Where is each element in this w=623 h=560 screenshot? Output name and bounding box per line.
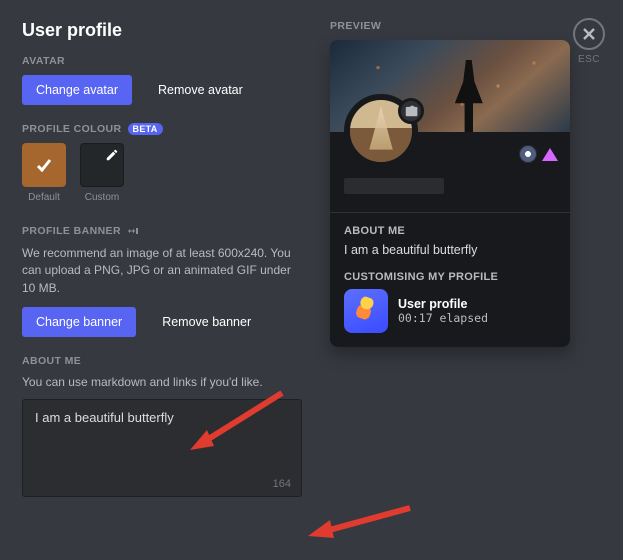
avatar-section-label: AVATAR — [22, 55, 302, 67]
close-icon — [582, 27, 596, 41]
profile-banner-text: PROFILE BANNER — [22, 225, 121, 237]
add-image-icon — [404, 104, 418, 118]
check-icon — [34, 155, 54, 175]
preview-section-label: PREVIEW — [330, 20, 601, 32]
pencil-icon — [105, 148, 119, 162]
colour-swatch-default[interactable] — [22, 143, 66, 187]
profile-colour-text: PROFILE COLOUR — [22, 123, 122, 135]
preview-about-text: I am a beautiful butterfly — [344, 243, 556, 257]
page-title: User profile — [22, 20, 302, 41]
preview-username-placeholder — [344, 178, 444, 194]
remove-avatar-button[interactable]: Remove avatar — [144, 75, 257, 105]
colour-swatch-custom[interactable] — [80, 143, 124, 187]
beta-badge: BETA — [128, 123, 163, 135]
close-button[interactable] — [573, 18, 605, 50]
preview-banner-figure — [455, 60, 483, 132]
preview-activity-icon — [344, 289, 388, 333]
about-me-textarea[interactable] — [35, 410, 289, 474]
banner-description: We recommend an image of at least 600x24… — [22, 245, 302, 297]
preview-badges — [520, 146, 558, 162]
colour-swatch-custom-label: Custom — [80, 192, 124, 203]
about-me-section-label: ABOUT ME — [22, 355, 302, 367]
profile-banner-section-label: PROFILE BANNER — [22, 225, 302, 237]
change-banner-button[interactable]: Change banner — [22, 307, 136, 337]
nitro-badge-icon — [520, 146, 536, 162]
about-me-charcount: 164 — [273, 478, 291, 490]
about-me-field-wrap[interactable]: 164 — [22, 399, 302, 497]
about-me-description: You can use markdown and links if you'd … — [22, 375, 302, 389]
preview-card: ABOUT ME I am a beautiful butterfly CUST… — [330, 40, 570, 347]
profile-colour-section-label: PROFILE COLOUR BETA — [22, 123, 302, 135]
colour-swatch-default-label: Default — [22, 192, 66, 203]
nitro-icon — [127, 225, 139, 237]
preview-activity-heading: CUSTOMISING MY PROFILE — [344, 271, 556, 283]
preview-activity-elapsed: 00:17 elapsed — [398, 311, 488, 325]
change-avatar-button[interactable]: Change avatar — [22, 75, 132, 105]
preview-add-image-button[interactable] — [398, 98, 424, 124]
esc-label: ESC — [573, 54, 605, 65]
boost-badge-icon — [542, 148, 558, 161]
preview-about-heading: ABOUT ME — [344, 225, 556, 237]
preview-activity-title: User profile — [398, 297, 488, 311]
remove-banner-button[interactable]: Remove banner — [148, 307, 265, 337]
